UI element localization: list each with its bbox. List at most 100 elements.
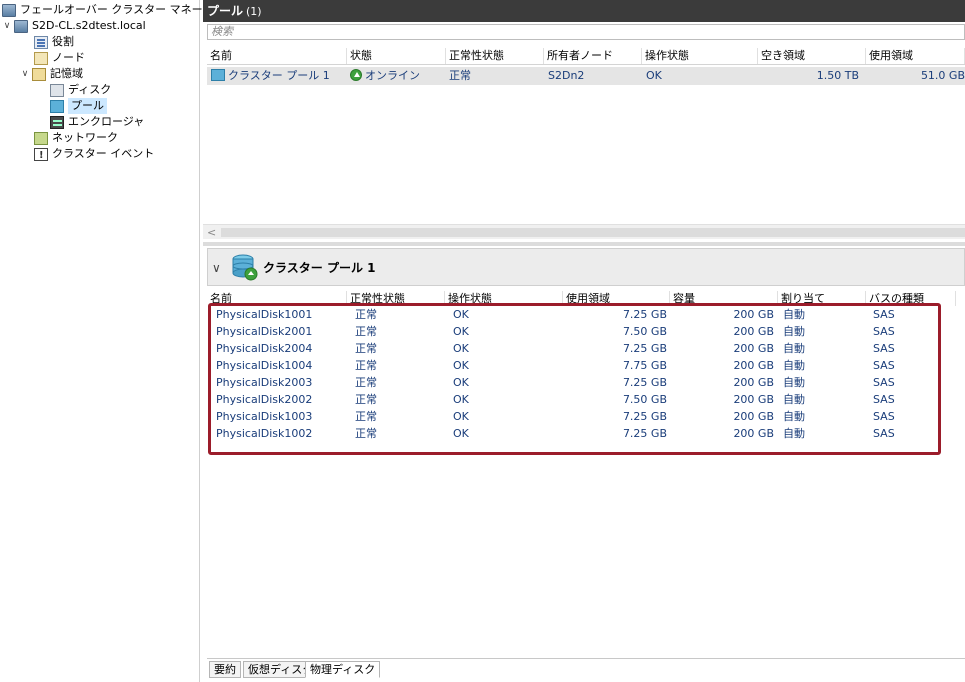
detail-col-op[interactable]: 操作状態	[445, 291, 563, 306]
main-pane: プール (1) 検索 名前 状態 正常性状態 所有者ノード 操作状態 空き領域 使…	[203, 0, 965, 682]
disk-used: 7.75 GB	[622, 359, 667, 372]
tree-item-disks[interactable]: ディスク	[50, 82, 111, 98]
pool-row-op-status: OK	[646, 69, 662, 82]
col-header-name[interactable]: 名前	[207, 48, 347, 64]
detail-col-used[interactable]: 使用領域	[563, 291, 670, 306]
tree-item-roles-label: 役割	[52, 35, 74, 48]
disk-capacity: 200 GB	[733, 427, 774, 440]
disk-capacity: 200 GB	[733, 410, 774, 423]
detail-col-bus[interactable]: バスの種類	[866, 291, 956, 306]
disk-name: PhysicalDisk2002	[216, 393, 313, 406]
disk-alloc: 自動	[783, 359, 805, 372]
disk-alloc: 自動	[783, 427, 805, 440]
col-header-owner[interactable]: 所有者ノード	[544, 48, 642, 64]
table-row[interactable]: PhysicalDisk2001 正常 OK 7.50 GB 200 GB 自動…	[207, 324, 937, 340]
disk-health: 正常	[355, 393, 377, 406]
col-header-status[interactable]: 状態	[347, 48, 446, 64]
disk-alloc: 自動	[783, 393, 805, 406]
disk-name: PhysicalDisk2001	[216, 325, 313, 338]
storage-icon	[32, 67, 46, 81]
disk-health: 正常	[355, 376, 377, 389]
pane-splitter[interactable]	[203, 242, 965, 246]
disk-health: 正常	[355, 427, 377, 440]
disk-op-status: OK	[453, 325, 469, 338]
tree-item-roles[interactable]: 役割	[34, 34, 74, 50]
disk-name: PhysicalDisk1002	[216, 427, 313, 440]
disk-used: 7.50 GB	[622, 325, 667, 338]
header-divider	[207, 64, 965, 65]
table-row[interactable]: PhysicalDisk2002 正常 OK 7.50 GB 200 GB 自動…	[207, 392, 937, 408]
disk-used: 7.50 GB	[622, 393, 667, 406]
col-header-free[interactable]: 空き領域	[758, 48, 866, 64]
disk-health: 正常	[355, 342, 377, 355]
scroll-left-icon[interactable]: <	[207, 225, 216, 240]
tree-item-storage[interactable]: ∨ 記憶域	[20, 66, 83, 82]
disk-bus: SAS	[873, 376, 895, 389]
disk-used: 7.25 GB	[622, 376, 667, 389]
tree-item-events[interactable]: クラスター イベント	[34, 146, 154, 164]
search-input[interactable]: 検索	[207, 24, 965, 40]
scroll-thumb[interactable]	[221, 228, 965, 237]
table-row[interactable]: PhysicalDisk1001 正常 OK 7.25 GB 200 GB 自動…	[207, 307, 937, 323]
disk-name: PhysicalDisk2003	[216, 376, 313, 389]
detail-col-name[interactable]: 名前	[207, 291, 347, 306]
disk-op-status: OK	[453, 342, 469, 355]
nodes-icon	[34, 51, 48, 65]
tree-item-nodes[interactable]: ノード	[34, 50, 85, 66]
disk-bus: SAS	[873, 308, 895, 321]
col-header-used[interactable]: 使用領域	[866, 48, 965, 64]
network-icon	[34, 131, 48, 145]
pool-row-status: オンライン	[365, 69, 420, 82]
pool-row-status-cell: オンライン	[350, 68, 420, 84]
cluster-manager-icon	[2, 3, 16, 17]
storage-pool-icon	[232, 254, 258, 281]
detail-col-alloc[interactable]: 割り当て	[778, 291, 866, 306]
disk-name: PhysicalDisk1003	[216, 410, 313, 423]
disk-name: PhysicalDisk1001	[216, 308, 313, 321]
tab-physical-disks[interactable]: 物理ディスク	[305, 661, 381, 678]
col-header-health[interactable]: 正常性状態	[446, 48, 544, 64]
detail-title: クラスター プール 1	[263, 261, 376, 275]
detail-col-capacity[interactable]: 容量	[670, 291, 778, 306]
disk-alloc: 自動	[783, 410, 805, 423]
table-row[interactable]: PhysicalDisk2003 正常 OK 7.25 GB 200 GB 自動…	[207, 375, 937, 391]
enclosure-icon	[50, 115, 64, 129]
disk-op-status: OK	[453, 376, 469, 389]
pool-row[interactable]: クラスター プール 1 オンライン 正常 S2Dn2 OK 1.50 TB 51…	[207, 67, 965, 85]
pool-row-name-cell: クラスター プール 1	[211, 68, 330, 84]
disk-op-status: OK	[453, 393, 469, 406]
col-header-op-status[interactable]: 操作状態	[642, 48, 758, 64]
tree-item-networks[interactable]: ネットワーク	[34, 130, 118, 146]
disk-alloc: 自動	[783, 376, 805, 389]
pools-count: (1)	[246, 5, 262, 18]
pools-panel-title: プール (1)	[203, 0, 965, 22]
tree-item-storage-label: 記憶域	[50, 67, 83, 80]
tree-item-disks-label: ディスク	[68, 83, 112, 96]
disk-used: 7.25 GB	[622, 410, 667, 423]
disk-bus: SAS	[873, 325, 895, 338]
tab-summary[interactable]: 要約	[209, 661, 241, 678]
tree-item-cluster[interactable]: ∨ S2D-CL.s2dtest.local	[2, 18, 146, 34]
table-row[interactable]: PhysicalDisk1002 正常 OK 7.25 GB 200 GB 自動…	[207, 426, 937, 442]
table-row[interactable]: PhysicalDisk1004 正常 OK 7.75 GB 200 GB 自動…	[207, 358, 937, 374]
disk-op-status: OK	[453, 359, 469, 372]
tree-root[interactable]: フェールオーバー クラスター マネージャー	[2, 2, 235, 18]
tree-item-enclosures[interactable]: エンクロージャ	[50, 114, 144, 130]
disk-capacity: 200 GB	[733, 376, 774, 389]
online-status-icon	[350, 69, 362, 81]
horizontal-scrollbar[interactable]: <	[203, 224, 965, 239]
pool-icon	[50, 99, 64, 113]
disk-health: 正常	[355, 325, 377, 338]
table-row[interactable]: PhysicalDisk2004 正常 OK 7.25 GB 200 GB 自動…	[207, 341, 937, 357]
chevron-down-icon[interactable]: ∨	[2, 18, 12, 34]
tree-item-pools[interactable]: プール	[50, 98, 107, 114]
chevron-down-icon[interactable]: ∨	[20, 66, 30, 82]
disk-alloc: 自動	[783, 325, 805, 338]
pool-row-name: クラスター プール 1	[228, 69, 330, 82]
table-row[interactable]: PhysicalDisk1003 正常 OK 7.25 GB 200 GB 自動…	[207, 409, 937, 425]
disk-capacity: 200 GB	[733, 325, 774, 338]
detail-col-health[interactable]: 正常性状態	[347, 291, 445, 306]
chevron-down-icon[interactable]: ∨	[212, 261, 221, 275]
tree-item-nodes-label: ノード	[52, 51, 85, 64]
disk-icon	[50, 83, 64, 97]
